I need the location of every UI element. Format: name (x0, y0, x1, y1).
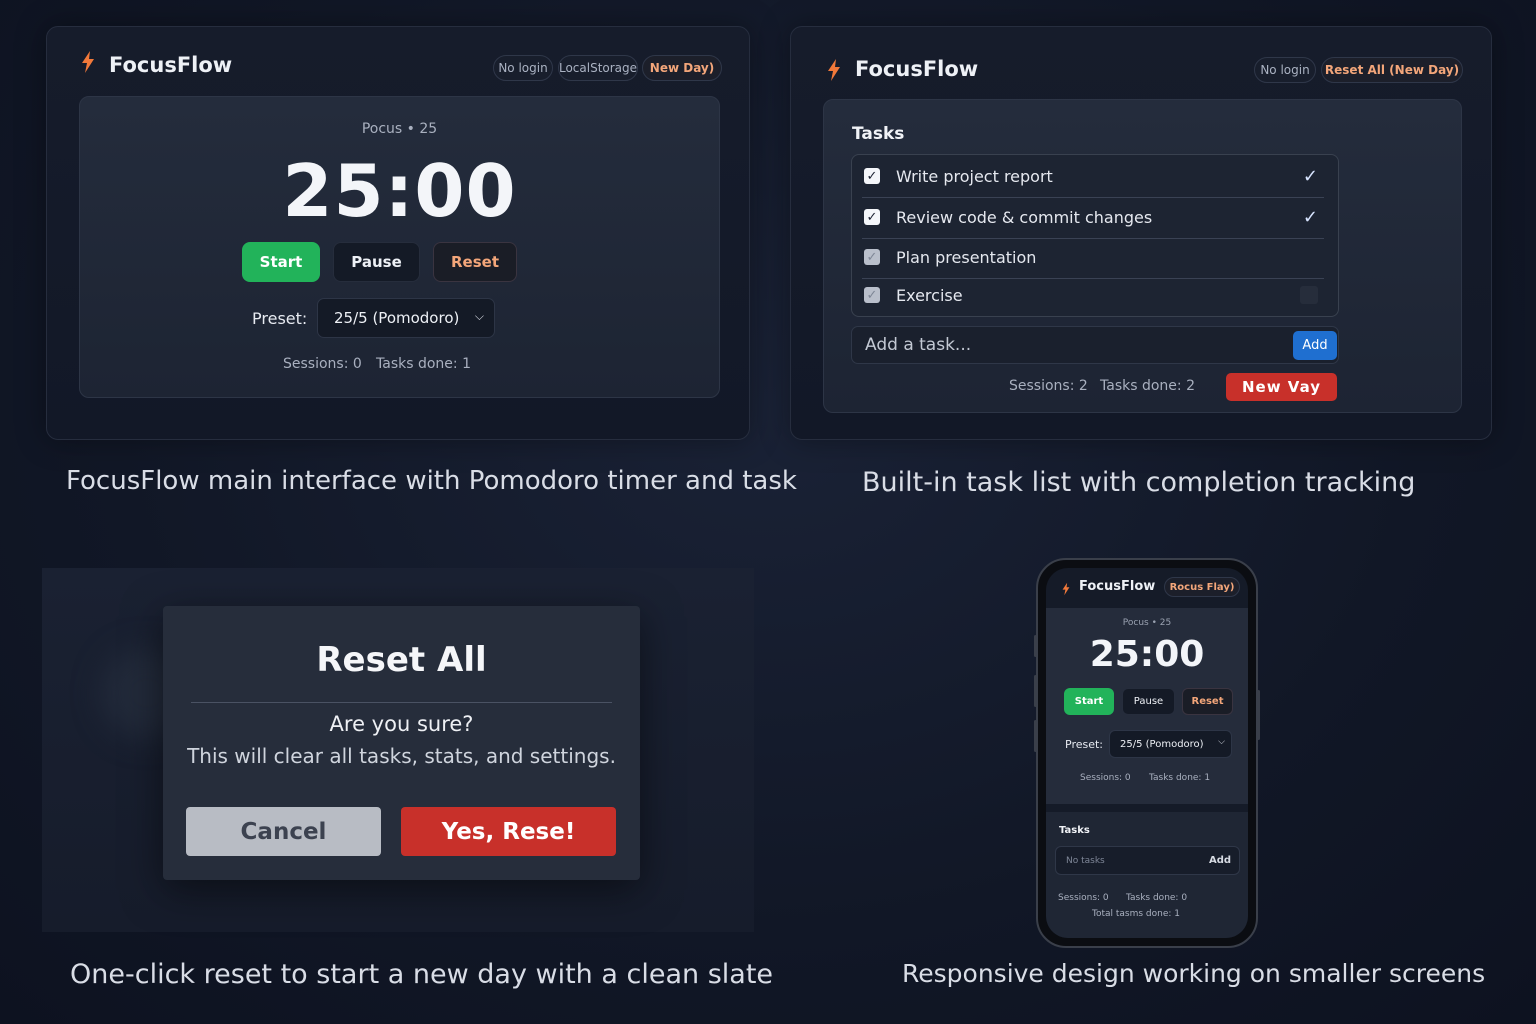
brand-name: FocusFlow (1079, 579, 1156, 594)
bolt-icon (1062, 581, 1070, 600)
mode-label: Pocus • 25 (1122, 618, 1172, 628)
phone-screen: FocusFlow Rocus Flay) Pocus • 25 25:00 S… (1046, 568, 1248, 938)
caption-task-list: Built-in task list with completion track… (862, 467, 1416, 498)
task-item[interactable]: ✓ Plan presentation (852, 246, 1338, 268)
panel-main-interface: FocusFlow No login LocalStorage New Day)… (46, 26, 750, 440)
preset-select[interactable]: 25/5 (Pomodoro) ⌵ (1109, 730, 1232, 758)
sessions-count: Sessions: 0 (283, 356, 362, 372)
chevron-down-icon: ⌵ (1218, 737, 1225, 747)
pill-no-login[interactable]: No login (493, 55, 553, 81)
phone-side-button (1034, 635, 1037, 657)
new-day-button[interactable]: New Vay (1226, 373, 1337, 401)
preset-label: Preset: (1065, 738, 1104, 751)
pill-no-login[interactable]: No login (1254, 57, 1316, 83)
tasks-done-count: Tasks done: 1 (376, 356, 471, 372)
preset-select-value: 25/5 (Pomodoro) (334, 309, 460, 327)
caption-responsive: Responsive design working on smaller scr… (902, 959, 1486, 988)
checkbox-checked[interactable]: ✓ (864, 168, 880, 184)
add-task-placeholder: Add a task... (865, 335, 972, 355)
check-icon: ✓ (1302, 165, 1318, 187)
tasks-card: Tasks No tasks Add Sessions: 0 Tasks don… (1046, 812, 1248, 938)
checkbox-unchecked[interactable]: ✓ (864, 287, 880, 303)
tasks-done-count: Tasks done: 2 (1100, 378, 1195, 394)
reset-dialog: Reset All Are you sure? This will clear … (163, 606, 640, 880)
tasks-done-count: Tasks done: 0 (1126, 893, 1188, 903)
preset-label: Preset: (252, 309, 308, 328)
new-day-button[interactable]: New Day) (642, 55, 722, 81)
reset-button[interactable]: Reset (1182, 688, 1233, 715)
pill-local-storage[interactable]: LocalStorage (558, 55, 638, 81)
checkbox-unchecked[interactable]: ✓ (864, 249, 880, 265)
confirm-reset-button[interactable]: Yes, Rese! (401, 807, 616, 856)
task-label: Write project report (896, 166, 1053, 186)
tasks-done-count: Tasks done: 1 (1149, 773, 1211, 783)
divider (862, 238, 1324, 239)
checkbox-checked[interactable]: ✓ (864, 209, 880, 225)
task-label: Review code & commit changes (896, 207, 1153, 227)
phone-side-button (1034, 720, 1037, 752)
bolt-icon (81, 51, 95, 78)
phone-power-button (1257, 690, 1260, 740)
phone-side-button (1034, 675, 1037, 707)
new-day-button[interactable]: Rocus Flay) (1164, 577, 1240, 597)
pause-button[interactable]: Pause (1122, 688, 1175, 715)
check-icon: ✓ (1302, 206, 1318, 228)
add-task-button[interactable]: Add (1293, 331, 1337, 360)
task-item[interactable]: ✓ Write project report ✓ (852, 165, 1338, 187)
task-label: Plan presentation (896, 247, 1037, 267)
timer-display: 25:00 (282, 149, 517, 233)
add-task-button[interactable]: Add (1209, 855, 1231, 866)
reset-all-button[interactable]: Reset All (New Day) (1321, 57, 1463, 83)
caption-reset-dialog: One-click reset to start a new day with … (70, 959, 774, 990)
task-item[interactable]: ✓ Review code & commit changes ✓ (852, 206, 1338, 228)
panel-task-list: FocusFlow No login Reset All (New Day) T… (790, 26, 1492, 440)
task-item[interactable]: ✓ Exercise (852, 284, 1338, 306)
tasks-title: Tasks (852, 124, 905, 144)
dialog-divider (191, 702, 612, 703)
dialog-title: Reset All (316, 640, 487, 680)
caption-main-interface: FocusFlow main interface with Pomodoro t… (66, 466, 797, 496)
add-task-input[interactable]: Add a task... (851, 326, 1339, 364)
preset-select-value: 25/5 (Pomodoro) (1120, 738, 1204, 750)
preset-select[interactable]: 25/5 (Pomodoro) ⌵ (317, 298, 495, 338)
dialog-question: Are you sure? (329, 712, 474, 736)
timer-card: Pocus • 25 25:00 Start Pause Reset Prese… (1046, 608, 1248, 804)
cancel-button[interactable]: Cancel (186, 807, 381, 856)
task-label: Exercise (896, 285, 963, 305)
sessions-count: Sessions: 0 (1058, 893, 1109, 903)
empty-status-box (1300, 286, 1318, 304)
reset-button[interactable]: Reset (433, 242, 517, 282)
phone-frame: FocusFlow Rocus Flay) Pocus • 25 25:00 S… (1034, 558, 1260, 948)
total-tasks-done: Total tasms done: 1 (1092, 909, 1181, 919)
timer-display: 25:00 (1089, 634, 1205, 675)
bolt-icon (827, 59, 841, 86)
sessions-count: Sessions: 0 (1080, 773, 1131, 783)
divider (862, 197, 1324, 198)
tasks-card: Tasks ✓ Write project report ✓ ✓ Review … (823, 99, 1462, 413)
task-list: ✓ Write project report ✓ ✓ Review code &… (851, 154, 1339, 317)
pause-button[interactable]: Pause (333, 242, 420, 282)
brand-name: FocusFlow (109, 53, 233, 77)
dialog-message: This will clear all tasks, stats, and se… (187, 744, 616, 768)
tasks-title: Tasks (1059, 825, 1090, 836)
divider (862, 278, 1324, 279)
chevron-down-icon: ⌵ (474, 309, 484, 323)
panel-reset-dialog: Reset All Are you sure? This will clear … (42, 568, 754, 932)
sessions-count: Sessions: 2 (1009, 378, 1088, 394)
timer-card: Pocus • 25 25:00 Start Pause Reset Prese… (79, 96, 720, 398)
start-button[interactable]: Start (242, 242, 320, 282)
add-task-placeholder: No tasks (1066, 855, 1105, 866)
start-button[interactable]: Start (1064, 688, 1114, 715)
mode-label: Pocus • 25 (361, 121, 438, 137)
brand-name: FocusFlow (855, 57, 979, 81)
